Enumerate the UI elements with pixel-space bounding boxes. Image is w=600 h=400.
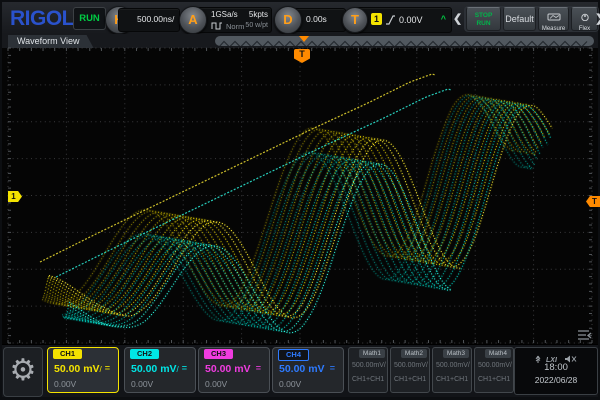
channel1-scale: 50.00 mV: [54, 363, 100, 375]
channel3-offset: 0.00V: [205, 379, 227, 389]
math2-expr: CH1+CH1: [394, 376, 426, 383]
math3-scale: 500.00mV/: [436, 362, 470, 369]
math1-box[interactable]: Math1 500.00mV/ CH1+CH1: [348, 347, 388, 393]
clock-box: LXI 18:00 2022/06/28: [514, 347, 598, 395]
math3-tab: Math3: [443, 349, 469, 358]
math2-tab: Math2: [401, 349, 427, 358]
math2-box[interactable]: Math2 500.00mV/ CH1+CH1: [390, 347, 430, 393]
channel1-tab: CH1: [53, 349, 82, 359]
math4-tab: Math4: [485, 349, 511, 358]
bottom-status-bar: ⚙ CH1 50.00 mV/ = 0.00V CH2 50.00 mV/ = …: [2, 344, 598, 397]
system-gear-button[interactable]: ⚙: [3, 347, 43, 397]
channel4-scale: 50.00 mV: [279, 363, 325, 375]
channel2-tab: CH2: [130, 349, 159, 359]
clock-date: 2022/06/28: [515, 374, 597, 386]
math3-expr: CH1+CH1: [436, 376, 468, 383]
channel4-box[interactable]: CH4 50.00 mV = 0.00V: [272, 347, 344, 393]
math4-box[interactable]: Math4 500.00mV/ CH1+CH1: [474, 347, 514, 393]
channel3-coupling-icon: =: [256, 363, 261, 373]
oscilloscope-screen: RIGOL RUN H 500.00ns/ 1GSa/s Norm 5kpts …: [0, 0, 600, 400]
channel2-scale: 50.00 mV: [131, 363, 177, 375]
menu-collapse-icon[interactable]: [577, 329, 593, 342]
channel4-offset: 0.00V: [279, 379, 301, 389]
channel4-tab: CH4: [278, 349, 309, 361]
clock-time: 18:00: [515, 361, 597, 374]
channel3-box[interactable]: CH3 50.00 mV = 0.00V: [198, 347, 270, 393]
channel1-coupling-icon: =: [105, 363, 110, 373]
channel1-box[interactable]: CH1 50.00 mV/ = 0.00V: [47, 347, 119, 393]
channel2-coupling-icon: =: [182, 363, 187, 373]
usb-icon: [536, 356, 540, 363]
math4-expr: CH1+CH1: [478, 376, 510, 383]
channel4-coupling-icon: =: [330, 363, 335, 373]
math1-tab: Math1: [359, 349, 385, 358]
channel3-tab: CH3: [204, 349, 233, 359]
channel2-box[interactable]: CH2 50.00 mV/ = 0.00V: [124, 347, 196, 393]
channel1-offset: 0.00V: [54, 379, 76, 389]
math1-expr: CH1+CH1: [352, 376, 384, 383]
channel2-offset: 0.00V: [131, 379, 153, 389]
math4-scale: 500.00mV/: [478, 362, 512, 369]
math3-box[interactable]: Math3 500.00mV/ CH1+CH1: [432, 347, 472, 393]
math2-scale: 500.00mV/: [394, 362, 428, 369]
channel3-scale: 50.00 mV: [205, 363, 251, 375]
gear-icon: ⚙: [10, 354, 37, 387]
math1-scale: 500.00mV/: [352, 362, 386, 369]
